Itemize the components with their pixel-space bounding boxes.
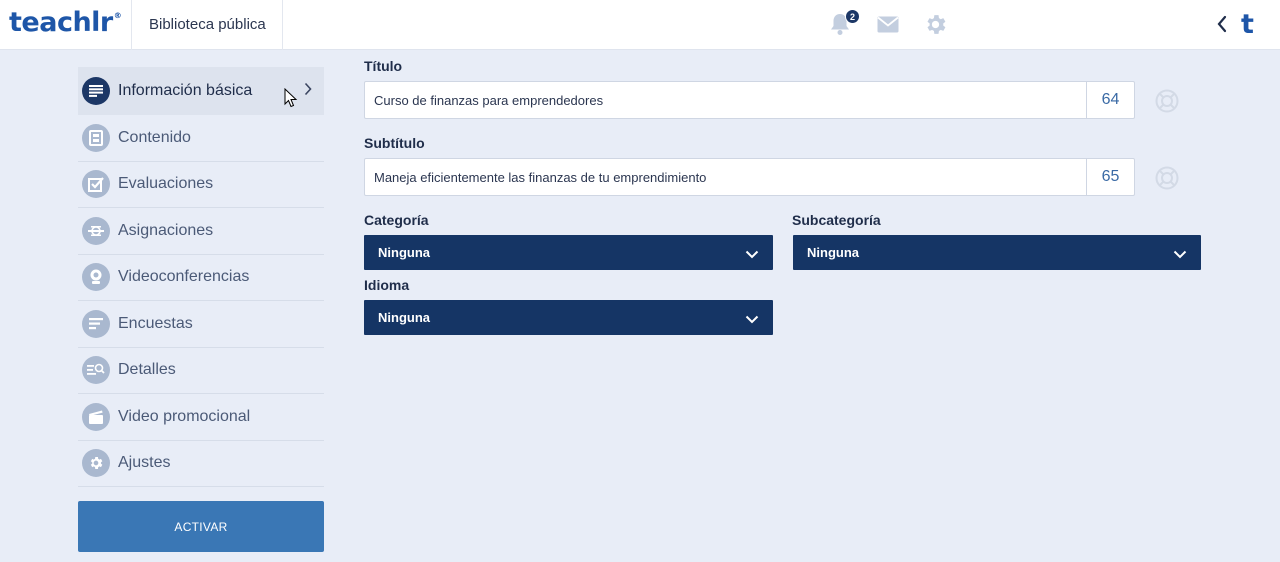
list-icon (82, 77, 110, 105)
sidebar-item-ajustes[interactable]: Ajustes (78, 441, 324, 487)
sidebar-item-videoconferencias[interactable]: Videoconferencias (78, 255, 324, 301)
lifebuoy-icon[interactable] (1155, 166, 1179, 195)
subtitle-char-counter: 65 (1086, 159, 1134, 195)
library-link[interactable]: Biblioteca pública (149, 16, 266, 33)
sidebar-item-detalles[interactable]: Detalles (78, 348, 324, 394)
title-char-counter: 64 (1086, 82, 1134, 118)
category-label: Categoría (364, 212, 429, 228)
notification-badge: 2 (845, 9, 860, 24)
top-bar: teachlr® Biblioteca pública 2 t (0, 0, 1280, 50)
clapper-icon (82, 402, 110, 431)
sidebar-item-label: Información básica (118, 82, 253, 99)
mouse-cursor-icon (284, 87, 298, 113)
lifebuoy-icon[interactable] (1155, 89, 1179, 118)
sidebar-item-encuestas[interactable]: Encuestas (78, 301, 324, 348)
sidebar-item-label: Encuestas (118, 314, 193, 332)
subtitle-field: 65 (364, 158, 1135, 196)
assignment-icon (82, 216, 110, 245)
teachlr-t-logo[interactable]: t (1241, 9, 1254, 40)
film-icon (82, 123, 110, 152)
subcategory-label: Subcategoría (792, 212, 881, 228)
checkbox-icon (82, 170, 110, 199)
language-label: Idioma (364, 277, 410, 293)
subcategory-select[interactable]: Ninguna (793, 235, 1201, 270)
language-selected-value: Ninguna (378, 310, 430, 325)
title-input[interactable] (365, 82, 1087, 118)
sidebar-item-label: Asignaciones (118, 221, 214, 239)
subtitle-input[interactable] (365, 159, 1087, 195)
divider (131, 0, 132, 50)
teachlr-logo[interactable]: teachlr® (9, 7, 122, 38)
activate-button[interactable]: ACTIVAR (78, 501, 324, 552)
sidebar-item-evaluaciones[interactable]: Evaluaciones (78, 162, 324, 208)
chevron-left-icon[interactable] (1216, 14, 1228, 39)
sidebar-item-contenido[interactable]: Contenido (78, 115, 324, 162)
category-selected-value: Ninguna (378, 245, 430, 260)
sidebar-item-video-promocional[interactable]: Video promocional (78, 394, 324, 441)
chevron-down-icon (745, 247, 759, 262)
language-select[interactable]: Ninguna (364, 300, 773, 335)
chevron-down-icon (1173, 247, 1187, 262)
sidebar-item-label: Ajustes (118, 454, 171, 472)
sidebar-item-label: Video promocional (118, 407, 251, 425)
category-select[interactable]: Ninguna (364, 235, 773, 270)
course-sidebar: Información básica Contenido Evaluacione… (78, 67, 324, 487)
divider (282, 0, 283, 50)
gear-icon (82, 449, 110, 478)
sidebar-item-label: Contenido (118, 128, 191, 146)
sidebar-item-label: Videoconferencias (118, 268, 250, 286)
subcategory-selected-value: Ninguna (807, 245, 859, 260)
logo-registered-mark: ® (113, 11, 122, 20)
mail-icon[interactable] (877, 16, 899, 38)
chevron-down-icon (745, 312, 759, 327)
subtitle-label: Subtítulo (364, 135, 425, 151)
survey-icon (82, 309, 110, 338)
sidebar-item-informacion-basica[interactable]: Información básica (78, 67, 324, 115)
sidebar-item-label: Evaluaciones (118, 175, 214, 193)
title-field: 64 (364, 81, 1135, 119)
sidebar-item-label: Detalles (118, 361, 176, 379)
webcam-icon (82, 263, 110, 292)
title-label: Título (364, 58, 403, 74)
logo-text: teachlr (9, 7, 113, 38)
chevron-right-icon (304, 82, 312, 101)
gear-icon[interactable] (923, 12, 948, 42)
sidebar-item-asignaciones[interactable]: Asignaciones (78, 208, 324, 255)
details-icon (82, 356, 110, 385)
